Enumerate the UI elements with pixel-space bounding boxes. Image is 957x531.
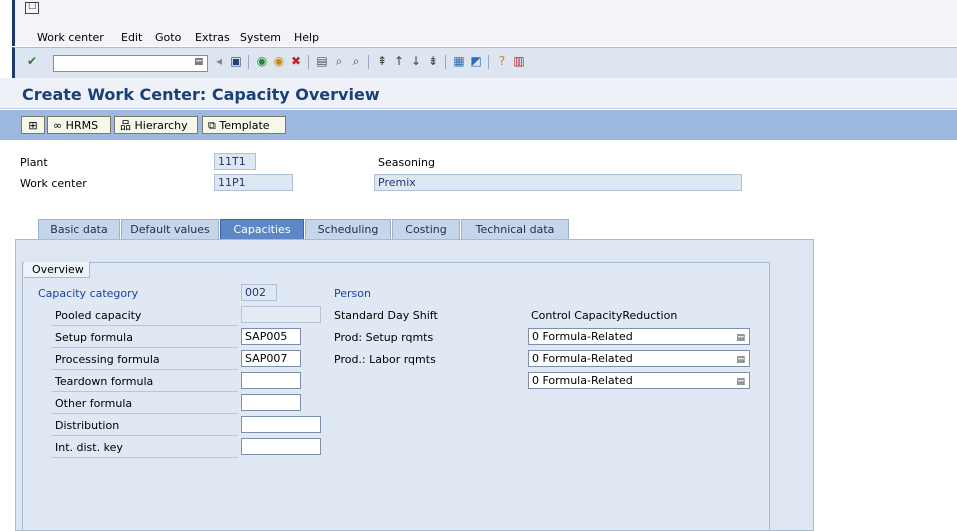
capacity-category-label: Capacity category: [38, 287, 139, 300]
tab-capacities[interactable]: Capacities: [220, 219, 304, 240]
toolbar-separator: [368, 55, 369, 69]
tab-technical-data[interactable]: Technical data: [461, 219, 569, 240]
plant-label: Plant: [20, 156, 48, 169]
processing-formula-label: Processing formula: [55, 353, 160, 366]
row-divider: [52, 413, 238, 414]
dropdown-icon[interactable]: ▤: [736, 331, 745, 346]
link-icon: ∞: [53, 119, 66, 132]
toolbar-separator: [308, 55, 309, 69]
menu-extras[interactable]: Extras: [195, 31, 230, 44]
int-dist-key-field[interactable]: [241, 438, 321, 455]
row-divider: [52, 391, 238, 392]
work-center-field[interactable]: 11P1: [214, 174, 293, 191]
distribution-field[interactable]: [241, 416, 321, 433]
find-icon[interactable]: ⌕: [332, 54, 346, 68]
menu-goto[interactable]: Goto: [155, 31, 181, 44]
row-divider: [52, 435, 238, 436]
hrms-button[interactable]: ∞ HRMS: [47, 116, 111, 134]
control-capacity-reduction-header: Control CapacityReduction: [531, 309, 678, 322]
tab-basic-data[interactable]: Basic data: [38, 219, 120, 240]
shortcut-icon[interactable]: ◩: [469, 54, 483, 68]
menu-help[interactable]: Help: [294, 31, 319, 44]
dropdown-icon[interactable]: ▤: [736, 353, 745, 368]
page-title: Create Work Center: Capacity Overview: [22, 85, 380, 104]
pooled-capacity-label: Pooled capacity: [55, 309, 142, 322]
menu-system[interactable]: System: [240, 31, 281, 44]
hrms-label: HRMS: [65, 119, 99, 132]
exit-icon[interactable]: ◉: [272, 54, 286, 68]
menu-bar: ☐ Work center Edit Goto Extras System He…: [12, 0, 957, 46]
hierarchy-label: Hierarchy: [134, 119, 188, 132]
cancel-icon[interactable]: ✖: [289, 54, 303, 68]
save-icon[interactable]: ▣: [229, 54, 243, 68]
labor-reduction-value: 0 Formula-Related: [532, 352, 633, 365]
hierarchy-button[interactable]: 品 Hierarchy: [114, 116, 198, 134]
system-menu-icon[interactable]: ☐: [25, 2, 39, 14]
help-icon[interactable]: ?: [495, 54, 509, 68]
labor-reduction-dropdown[interactable]: 0 Formula-Related ▤: [528, 350, 750, 367]
print-icon[interactable]: ▤: [315, 54, 329, 68]
template-button[interactable]: ⧉ Template: [202, 116, 286, 134]
prod-setup-rqmts-label: Prod: Setup rqmts: [334, 331, 434, 344]
menu-edit[interactable]: Edit: [121, 31, 142, 44]
toolbar-separator: [488, 55, 489, 69]
plant-description: Seasoning: [378, 156, 435, 169]
menu-work-center[interactable]: Work center: [37, 31, 104, 44]
other-formula-field[interactable]: [241, 394, 301, 411]
dropdown-icon[interactable]: ▤: [736, 375, 745, 390]
overview-group-title: Overview: [24, 262, 90, 278]
pooled-capacity-field[interactable]: [241, 306, 321, 323]
command-dropdown-icon[interactable]: ▤: [194, 57, 203, 67]
standard-day-shift-label: Standard Day Shift: [334, 309, 438, 322]
teardown-reduction-value: 0 Formula-Related: [532, 374, 633, 387]
plant-field[interactable]: 11T1: [214, 153, 256, 170]
setup-formula-label: Setup formula: [55, 331, 133, 344]
template-icon: ⧉: [208, 119, 220, 132]
last-page-icon[interactable]: ⇟: [426, 54, 440, 68]
other-object-icon: ⊞: [28, 119, 38, 132]
teardown-reduction-dropdown[interactable]: 0 Formula-Related ▤: [528, 372, 750, 389]
row-divider: [52, 457, 238, 458]
distribution-label: Distribution: [55, 419, 120, 432]
row-divider: [52, 347, 238, 348]
prev-page-icon[interactable]: ↑: [392, 54, 406, 68]
row-divider: [52, 325, 238, 326]
teardown-formula-field[interactable]: [241, 372, 301, 389]
back-icon[interactable]: ◉: [255, 54, 269, 68]
create-session-icon[interactable]: ▦: [452, 54, 466, 68]
capacity-category-description: Person: [334, 287, 371, 300]
toolbar-separator: [445, 55, 446, 69]
next-page-icon[interactable]: ↓: [409, 54, 423, 68]
row-divider: [52, 369, 238, 370]
enter-icon[interactable]: ✔: [25, 54, 39, 68]
toolbar-separator: [248, 55, 249, 69]
customize-layout-icon[interactable]: ▥: [512, 54, 526, 68]
overview-group: [22, 262, 770, 531]
other-object-button[interactable]: ⊞: [21, 116, 45, 134]
tab-default-values[interactable]: Default values: [121, 219, 219, 240]
hierarchy-icon: 品: [120, 119, 135, 132]
find-next-icon[interactable]: ⌕: [349, 54, 363, 68]
setup-formula-field[interactable]: SAP005: [241, 328, 301, 345]
capacity-category-field[interactable]: 002: [241, 284, 277, 301]
work-center-label: Work center: [20, 177, 87, 190]
work-center-description: Premix: [374, 174, 742, 191]
processing-formula-field[interactable]: SAP007: [241, 350, 301, 367]
prod-labor-rqmts-label: Prod.: Labor rqmts: [334, 353, 436, 366]
other-formula-label: Other formula: [55, 397, 133, 410]
setup-reduction-value: 0 Formula-Related: [532, 330, 633, 343]
standard-toolbar: ✔ ▤ ◂ ▣ ◉ ◉ ✖ ▤ ⌕ ⌕ ⇞ ↑ ↓ ⇟ ▦ ◩ ? ▥: [12, 47, 957, 79]
teardown-formula-label: Teardown formula: [55, 375, 154, 388]
setup-reduction-dropdown[interactable]: 0 Formula-Related ▤: [528, 328, 750, 345]
first-page-icon[interactable]: ⇞: [375, 54, 389, 68]
back-arrow-icon[interactable]: ◂: [212, 54, 226, 68]
tab-scheduling[interactable]: Scheduling: [305, 219, 391, 240]
int-dist-key-label: Int. dist. key: [55, 441, 123, 454]
template-label: Template: [219, 119, 270, 132]
tab-costing[interactable]: Costing: [392, 219, 460, 240]
command-field[interactable]: ▤: [53, 55, 208, 72]
